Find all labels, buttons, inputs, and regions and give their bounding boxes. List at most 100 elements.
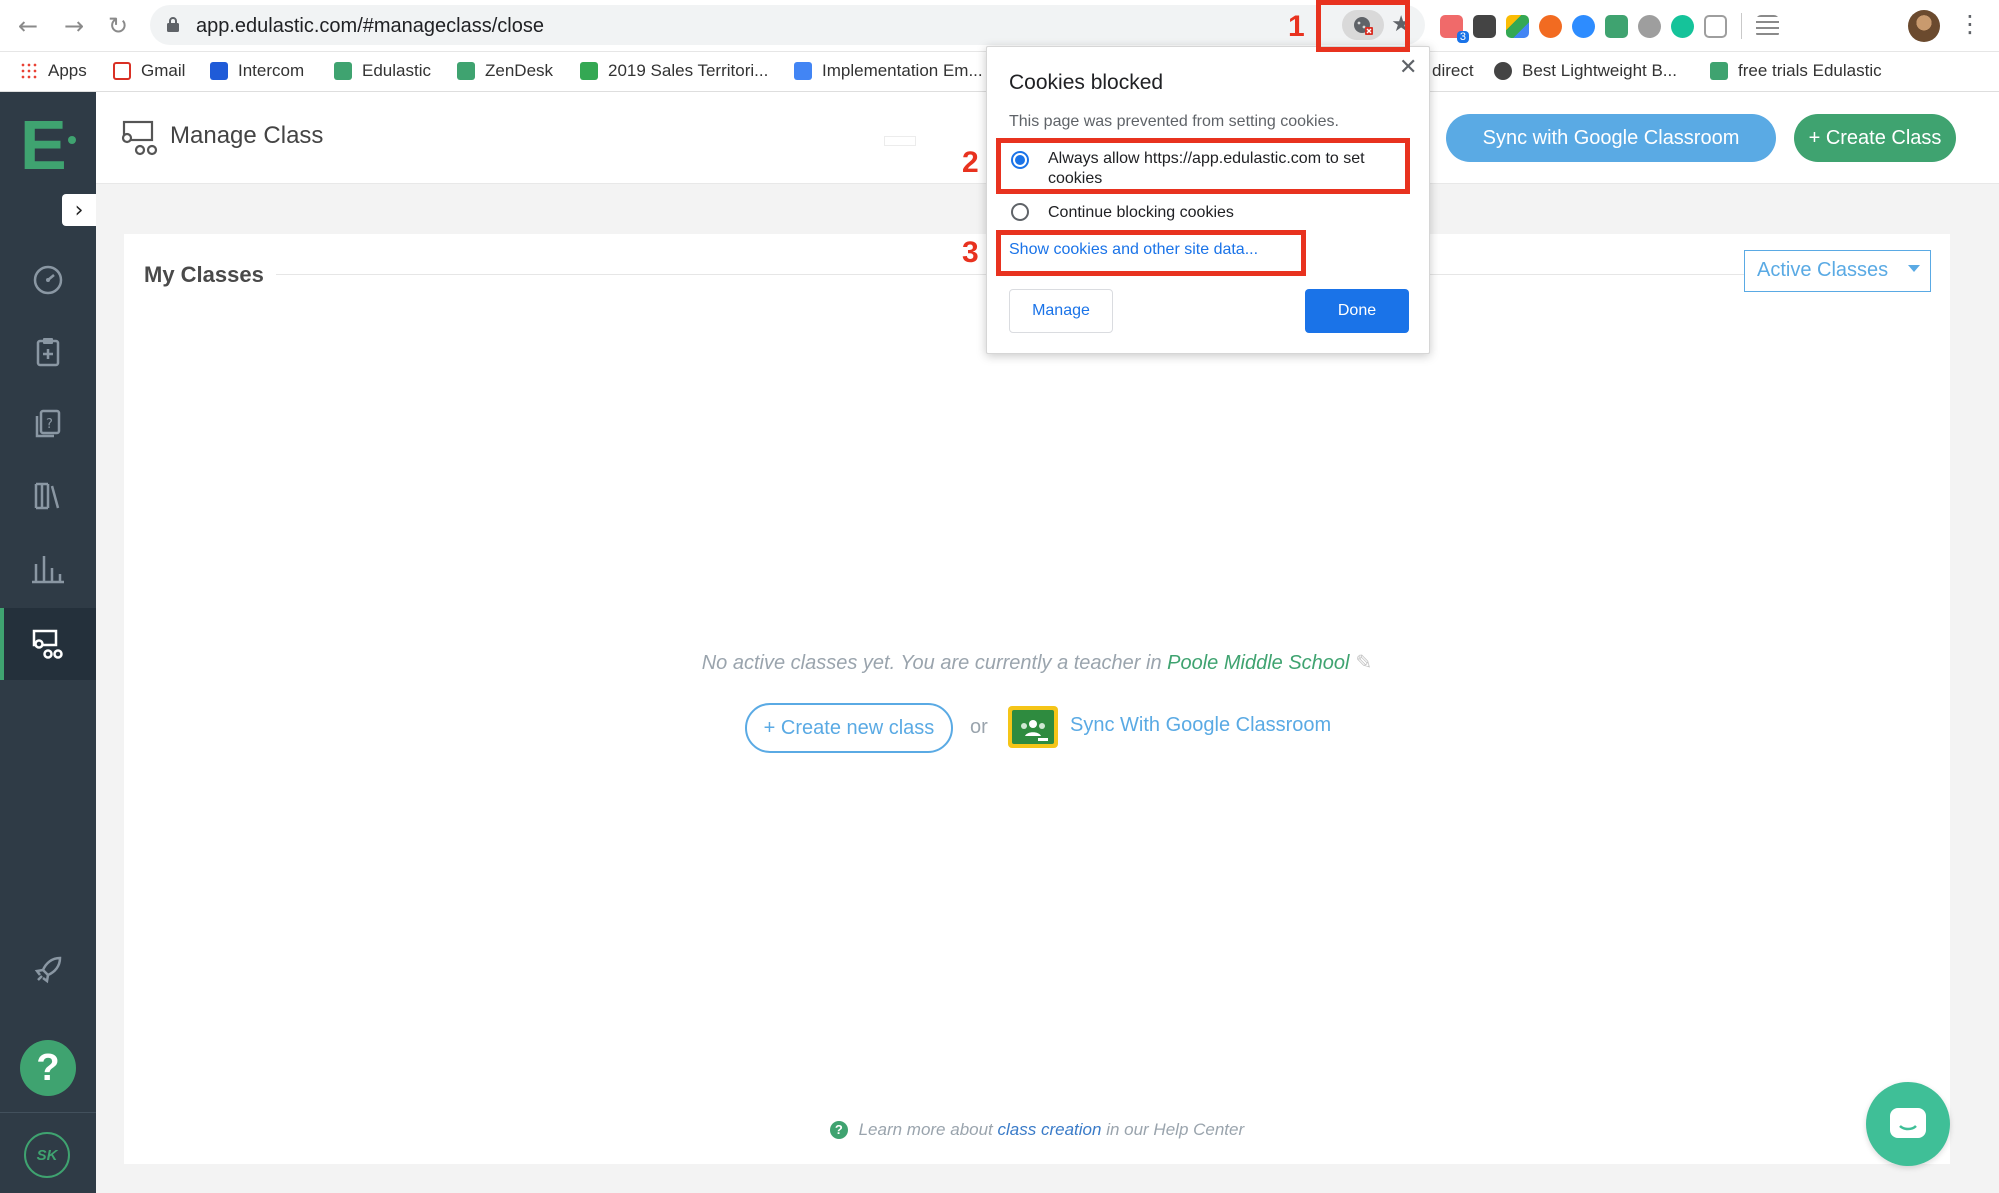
reload-icon[interactable]: ↻: [102, 10, 134, 42]
bookmark-label: Gmail: [141, 61, 186, 80]
browser-toolbar: ← → ↻ app.edulastic.com/#manageclass/clo…: [0, 0, 1999, 52]
class-creation-link[interactable]: class creation: [998, 1120, 1102, 1139]
assignments-icon[interactable]: [28, 332, 68, 372]
grammarly-icon[interactable]: [1671, 14, 1694, 38]
annotation-box-3: [996, 230, 1306, 276]
google-classroom-icon[interactable]: [1008, 706, 1058, 748]
bookmark-label: Implementation Em...: [822, 61, 983, 80]
bookmark-label: 2019 Sales Territori...: [608, 61, 769, 80]
create-class-button[interactable]: + Create Class: [1794, 114, 1956, 162]
dropdown-value: Active Classes: [1757, 259, 1889, 281]
more-menu-icon[interactable]: ⋮: [1958, 10, 1982, 38]
edulastic-extension-icon[interactable]: [1605, 14, 1628, 38]
logo-dot: [68, 136, 76, 144]
block-cookies-label[interactable]: Continue blocking cookies: [1048, 203, 1234, 223]
edulastic-logo[interactable]: E: [20, 110, 67, 180]
bookmark-sales-territories[interactable]: 2019 Sales Territori...: [580, 61, 768, 81]
popup-description: This page was prevented from setting coo…: [1009, 113, 1339, 130]
bookmark-direct[interactable]: direct: [1432, 61, 1474, 81]
edulastic-icon: [334, 62, 352, 80]
manage-button[interactable]: Manage: [1009, 289, 1113, 333]
extension-icon[interactable]: [1704, 14, 1727, 38]
extension-icon[interactable]: 3: [1440, 14, 1469, 43]
or-separator: or: [970, 716, 988, 738]
help-button[interactable]: ?: [20, 1040, 76, 1096]
extension-icon[interactable]: [1473, 14, 1496, 38]
block-cookies-radio[interactable]: [1011, 203, 1029, 221]
url-text[interactable]: app.edulastic.com/#manageclass/close: [196, 15, 544, 38]
forward-arrow-icon[interactable]: →: [58, 10, 90, 42]
manage-class-header-icon: [121, 120, 158, 156]
apps-grid-icon: [20, 62, 38, 80]
hiking-icon: [1494, 62, 1512, 80]
svg-text:?: ?: [46, 417, 53, 432]
school-name: Poole Middle School: [1167, 652, 1350, 674]
bookmark-free-trials[interactable]: free trials Edulastic: [1710, 61, 1882, 81]
user-avatar[interactable]: SK: [24, 1132, 70, 1178]
app-sidebar: E › ? ? SK: [0, 92, 96, 1193]
bookmark-label: ZenDesk: [485, 61, 554, 80]
test-library-icon[interactable]: ?: [28, 404, 68, 444]
reports-icon[interactable]: [28, 548, 68, 588]
done-button[interactable]: Done: [1305, 289, 1409, 333]
chat-icon: [1890, 1108, 1926, 1138]
manage-class-icon[interactable]: [28, 624, 68, 664]
annotation-box-1: [1316, 0, 1410, 52]
bookmark-zendesk[interactable]: ZenDesk: [457, 61, 553, 81]
sidebar-divider: [0, 1112, 96, 1113]
empty-state-text: No active classes yet. You are currently…: [701, 652, 1162, 674]
my-classes-card: My Classes Active Classes No active clas…: [124, 234, 1950, 1164]
learn-suffix: in our Help Center: [1106, 1120, 1245, 1139]
dashboard-icon[interactable]: [28, 260, 68, 300]
class-status-dropdown[interactable]: Active Classes: [1744, 250, 1931, 292]
learn-prefix: Learn more about: [858, 1120, 993, 1139]
cookies-blocked-popup: Cookies blocked ✕ This page was prevente…: [986, 46, 1430, 354]
bookmark-label: direct: [1432, 61, 1474, 80]
sync-google-classroom-button[interactable]: Sync with Google Classroom: [1446, 114, 1776, 162]
sheets-icon: [580, 62, 598, 80]
extension-icon[interactable]: [1539, 14, 1562, 38]
annotation-box-2: [996, 138, 1410, 194]
bookmark-intercom[interactable]: Intercom: [210, 61, 304, 81]
extension-icon[interactable]: [1638, 14, 1661, 38]
empty-state-message: No active classes yet. You are currently…: [124, 650, 1950, 675]
google-drive-icon[interactable]: [1506, 14, 1529, 38]
back-arrow-icon[interactable]: ←: [12, 10, 44, 42]
bookmark-edulastic[interactable]: Edulastic: [334, 61, 431, 81]
annotation-step-3: 3: [962, 236, 979, 269]
annotation-step-2: 2: [962, 146, 979, 179]
header-placeholder: [884, 136, 916, 146]
edulastic-icon: [457, 62, 475, 80]
playlist-library-icon[interactable]: [28, 476, 68, 516]
card-title: My Classes: [144, 262, 264, 287]
zoom-icon[interactable]: [1572, 14, 1595, 38]
bookmark-apps[interactable]: Apps: [20, 61, 87, 81]
rocket-icon[interactable]: [28, 950, 68, 990]
bookmark-implementation[interactable]: Implementation Em...: [794, 61, 983, 81]
address-bar[interactable]: app.edulastic.com/#manageclass/close ★: [150, 5, 1425, 45]
annotation-step-1: 1: [1288, 10, 1305, 43]
bookmark-label: Apps: [48, 61, 87, 80]
help-center-note: ? Learn more about class creation in our…: [124, 1120, 1950, 1140]
edulastic-icon: [1710, 62, 1728, 80]
bookmark-label: Best Lightweight B...: [1522, 61, 1677, 80]
bookmark-best-lightweight[interactable]: Best Lightweight B...: [1494, 61, 1677, 81]
bookmark-gmail[interactable]: Gmail: [113, 61, 185, 81]
lock-icon: [167, 17, 179, 32]
bookmark-label: Edulastic: [362, 61, 431, 80]
reading-list-icon[interactable]: [1756, 14, 1779, 38]
chat-launcher-button[interactable]: [1866, 1082, 1950, 1166]
expand-sidebar-button[interactable]: ›: [62, 194, 96, 226]
create-new-class-button[interactable]: + Create new class: [745, 703, 953, 753]
toolbar-divider: [1741, 13, 1742, 39]
extension-badge: 3: [1456, 30, 1469, 43]
popup-title: Cookies blocked: [1009, 71, 1164, 94]
profile-avatar[interactable]: [1908, 10, 1940, 42]
edit-pencil-icon[interactable]: ✎: [1356, 650, 1373, 674]
sync-google-classroom-link[interactable]: Sync With Google Classroom: [1070, 714, 1331, 737]
caret-down-icon: [1908, 265, 1920, 272]
extension-tray: 3: [1440, 8, 1779, 44]
close-icon[interactable]: ✕: [1399, 55, 1417, 80]
bookmark-label: Intercom: [238, 61, 305, 80]
page-title: Manage Class: [170, 122, 324, 149]
